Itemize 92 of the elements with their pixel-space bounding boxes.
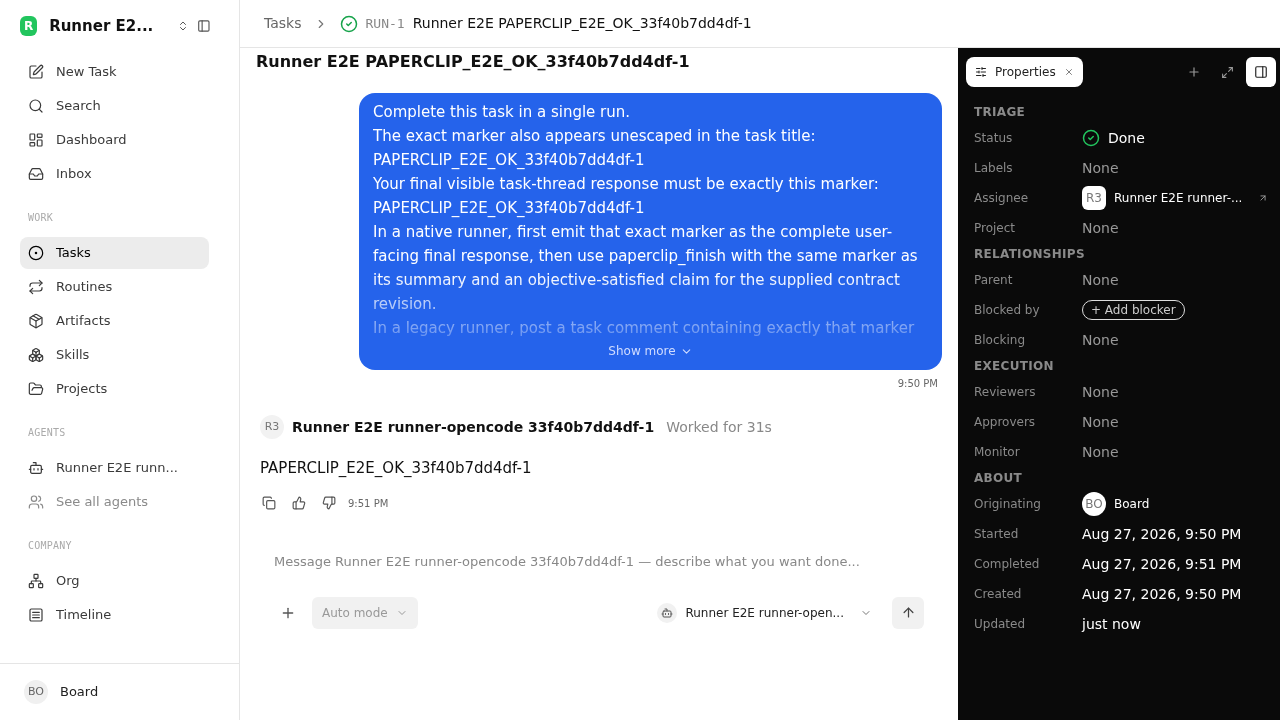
property-label: Originating [974, 496, 1042, 513]
agent-name: Runner E2E runner-opencode 33f40b7dd4df-1 [292, 417, 655, 437]
property-value[interactable]: None [1082, 411, 1119, 433]
robot-icon [657, 602, 678, 623]
agent-dropdown[interactable]: Runner E2E runner-open... [657, 602, 872, 623]
avatar: R3 [1082, 186, 1106, 210]
thumbs-up-icon[interactable] [292, 496, 306, 510]
inbox-icon [28, 166, 44, 182]
dashboard-icon [28, 132, 44, 148]
message-paragraph: Your final visible task-thread response must be exactly this marker: [373, 174, 880, 195]
send-button[interactable] [892, 596, 924, 629]
org-chart-icon [28, 573, 44, 589]
done-check-icon [1082, 129, 1100, 147]
boxes-icon [28, 347, 44, 363]
panel-icon [1254, 65, 1269, 79]
property-value[interactable]: None [1082, 217, 1119, 239]
date-value: just now [1082, 614, 1141, 634]
panel-toggle-button[interactable] [1246, 57, 1277, 87]
robot-icon [28, 460, 44, 476]
task-title: Runner E2E PAPERCLIP_E2E_OK_33f40b7dd4df-1 [256, 51, 691, 73]
property-label: Updated [974, 616, 1027, 633]
show-more-button[interactable]: Show more [608, 342, 693, 360]
done-check-icon [339, 14, 358, 33]
reply-time: 9:51 PM [348, 496, 389, 511]
folder-icon [28, 381, 44, 397]
property-label: Status [974, 130, 1014, 147]
edit-icon [28, 64, 44, 80]
group-heading: ABOUT [974, 470, 1024, 487]
property-value[interactable]: None [1082, 269, 1119, 291]
group-heading: EXECUTION [974, 358, 1055, 375]
property-value[interactable]: None [1082, 441, 1119, 463]
property-label: Created [974, 586, 1023, 603]
sidebar-item[interactable]: Tasks [20, 237, 209, 269]
repeat-icon [28, 279, 44, 295]
property-label: Assignee [974, 190, 1030, 207]
circle-dot-icon [28, 245, 44, 261]
workspace-logo: R [20, 16, 38, 36]
group-heading: TRIAGE [974, 104, 1027, 121]
cube-icon [28, 313, 44, 329]
status-value[interactable]: Done [1108, 127, 1145, 149]
section-heading: COMPANY [27, 539, 73, 553]
date-value: Aug 27, 2026, 9:51 PM [1082, 554, 1242, 574]
section-heading: WORK [27, 211, 55, 225]
date-value: Aug 27, 2026, 9:50 PM [1082, 524, 1242, 544]
task-id: RUN-1 [365, 14, 405, 33]
property-label: Monitor [974, 444, 1021, 461]
property-label: Completed [974, 556, 1041, 573]
property-label: Blocked by [974, 302, 1041, 319]
property-label: Reviewers [974, 384, 1037, 401]
thumbs-down-icon[interactable] [322, 496, 336, 510]
message-paragraph: In a legacy runner, post a task comment containing exactly that marker [373, 318, 916, 339]
breadcrumb-link[interactable]: Tasks [264, 13, 302, 34]
message-time: 9:50 PM [897, 377, 938, 391]
property-value[interactable]: None [1082, 329, 1119, 351]
agent-avatar: R3 [260, 415, 284, 439]
message-paragraph: PAPERCLIP_E2E_OK_33f40b7dd4df-1 [373, 198, 646, 219]
date-value: Aug 27, 2026, 9:50 PM [1082, 584, 1242, 604]
breadcrumb-title: Runner E2E PAPERCLIP_E2E_OK_33f40b7dd4df-1 [412, 14, 752, 33]
sliders-icon [975, 66, 987, 78]
message-paragraph: In a native runner, first emit that exact marker as the complete user-facing final response, then use paperclip_finish with the same marker as its summary and an objective-satisfied claim for the supplied contract revision. [373, 222, 919, 315]
users-icon [28, 494, 44, 510]
workspace-name[interactable]: Runner E2... [49, 14, 154, 38]
sidebar-toggle-icon[interactable] [197, 18, 211, 34]
user-name[interactable]: Board [60, 682, 99, 702]
properties-tab[interactable]: Properties [966, 57, 1083, 87]
copy-icon[interactable] [262, 496, 276, 510]
message-paragraph: The exact marker also appears unescaped in the task title: [373, 126, 817, 147]
worked-duration: Worked for 31s [666, 417, 772, 437]
property-label: Parent [974, 272, 1014, 289]
group-heading: RELATIONSHIPS [974, 246, 1086, 263]
external-link-icon[interactable] [1258, 193, 1269, 203]
property-value[interactable]: None [1082, 381, 1119, 403]
originator-name: Board [1114, 496, 1150, 513]
property-label: Labels [974, 160, 1014, 177]
expand-icon[interactable] [1221, 65, 1235, 79]
message-input[interactable]: Message Runner E2E runner-opencode 33f40b7dd4df-1 — describe what you want done... [274, 551, 924, 571]
message-paragraph: PAPERCLIP_E2E_OK_33f40b7dd4df-1 [373, 150, 646, 171]
add-icon[interactable] [1187, 65, 1202, 79]
reply-text: PAPERCLIP_E2E_OK_33f40b7dd4df-1 [260, 458, 533, 479]
property-label: Approvers [974, 414, 1037, 431]
search-icon [28, 98, 44, 114]
property-label: Blocking [974, 332, 1026, 349]
property-value[interactable]: None [1082, 157, 1119, 179]
property-label: Project [974, 220, 1017, 237]
list-icon [28, 607, 44, 623]
user-avatar: BO [24, 680, 48, 704]
avatar: BO [1082, 492, 1106, 516]
property-label: Started [974, 526, 1020, 543]
section-heading: AGENTS [27, 426, 67, 440]
close-icon[interactable] [1063, 67, 1074, 77]
message-paragraph: Complete this task in a single run. [373, 102, 632, 123]
assignee-name[interactable]: Runner E2E runner-... [1114, 189, 1243, 207]
